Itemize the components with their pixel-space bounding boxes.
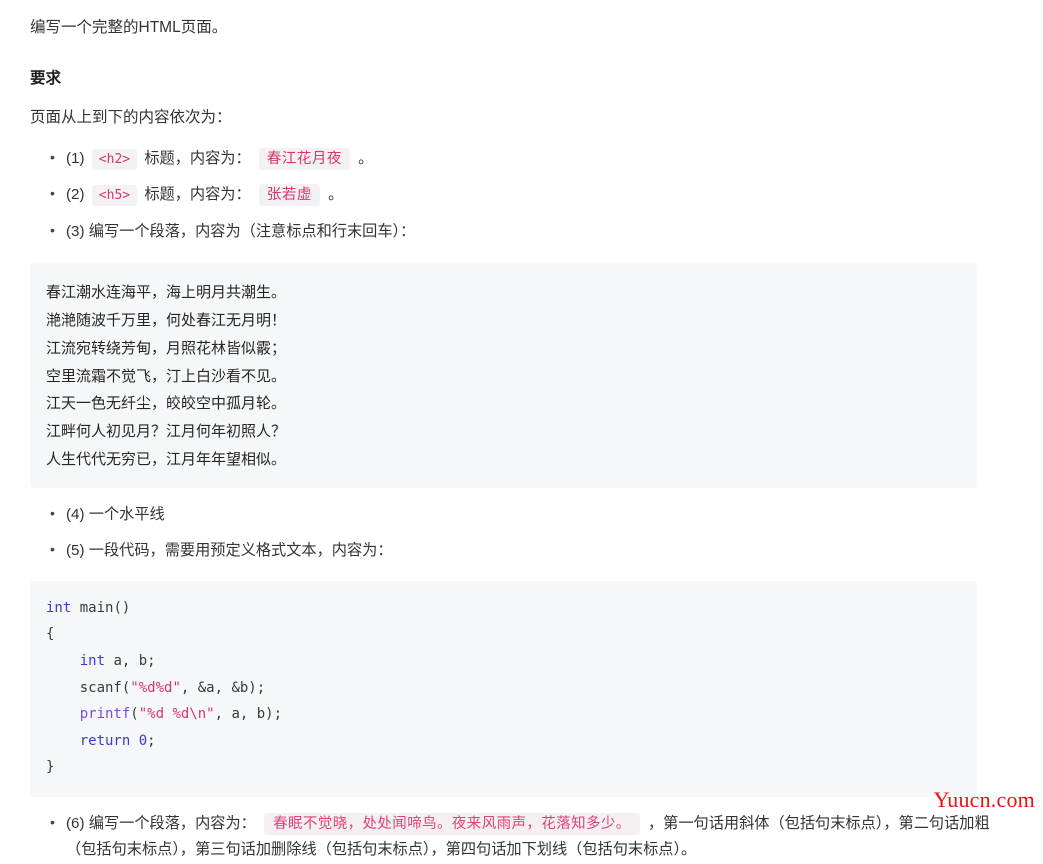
code-token: 0 — [138, 732, 148, 749]
poem-preformatted-block: 春江潮水连海平，海上明月共潮生。 滟滟随波千万里，何处春江无月明！ 江流宛转绕芳… — [30, 263, 977, 488]
intro-paragraph: 编写一个完整的HTML页面。 — [30, 19, 228, 36]
section-heading-requirements: 要求 — [30, 70, 62, 88]
list-item-requirement-4: (4) 一个水平线 — [50, 501, 1013, 529]
requirement-trailing-punctuation: 。 — [358, 149, 374, 167]
requirement-index: (2) — [66, 186, 85, 204]
requirement-index: (6) — [66, 814, 85, 832]
code-token: "%d%d" — [130, 679, 181, 696]
code-token: int — [79, 652, 106, 669]
code-token: int — [46, 599, 72, 616]
code-token: printf — [79, 706, 131, 723]
list-item-requirement-2: (2) <h5> 标题，内容为： 张若虚 。 — [50, 181, 1013, 209]
requirement-index: (5) — [66, 542, 85, 560]
poem-highlight-chunmian: 春眠不觉晓，处处闻啼鸟。夜来风雨声，花落知多少。 — [264, 812, 640, 835]
requirement-text: 一个水平线 — [88, 505, 165, 523]
requirement-trailing-punctuation: 。 — [328, 186, 344, 204]
requirement-index: (4) — [66, 505, 85, 523]
code-token: } — [46, 759, 55, 776]
requirements-list-part-c: (6) 编写一个段落，内容为： 春眠不觉晓，处处闻啼鸟。夜来风雨声，花落知多少。… — [30, 810, 1013, 864]
requirement-index: (3) — [66, 222, 85, 240]
list-item-requirement-3: (3) 编写一个段落，内容为（注意标点和行末回车）： — [50, 218, 1013, 246]
code-token: { — [46, 626, 55, 643]
document-page: 编写一个完整的HTML页面。 要求 页面从上到下的内容依次为： (1) <h2>… — [0, 0, 1043, 864]
html-tag-code-h2: <h2> — [91, 148, 138, 170]
list-item-requirement-5: (5) 一段代码，需要用预定义格式文本，内容为： — [50, 537, 1013, 565]
requirement-middle-text: 标题，内容为： — [144, 186, 251, 204]
requirement-text: 一段代码，需要用预定义格式文本，内容为： — [88, 542, 393, 560]
code-token: scanf( — [46, 679, 131, 696]
code-token: "%d %d\n" — [138, 706, 215, 723]
list-item-requirement-6: (6) 编写一个段落，内容为： 春眠不觉晓，处处闻啼鸟。夜来风雨声，花落知多少。… — [50, 810, 1013, 864]
list-item-requirement-1: (1) <h2> 标题，内容为： 春江花月夜 。 — [50, 145, 1013, 173]
c-code-preformatted-block: int main() { int a, b; scanf("%d%d", &a,… — [30, 580, 977, 797]
lead-paragraph: 页面从上到下的内容依次为： — [30, 109, 232, 127]
requirement-index: (1) — [66, 149, 85, 167]
requirement-text: 编写一个段落，内容为（注意标点和行末回车）： — [88, 222, 416, 240]
code-token: , &a, &b); — [180, 679, 266, 696]
code-token: a, b; — [105, 652, 156, 669]
requirement-middle-text: 标题，内容为： — [144, 149, 251, 167]
code-token: main() — [71, 599, 131, 616]
heading-content-value-h5: 张若虚 — [258, 184, 320, 207]
code-token: , a, b); — [214, 706, 283, 723]
code-token: return — [79, 732, 131, 749]
requirement-prefix-text: 编写一个段落，内容为： — [88, 814, 256, 832]
requirements-list-part-a: (1) <h2> 标题，内容为： 春江花月夜 。 (2) <h5> 标题，内容为… — [30, 145, 1013, 246]
html-tag-code-h5: <h5> — [91, 185, 138, 207]
requirements-list-part-b: (4) 一个水平线 (5) 一段代码，需要用预定义格式文本，内容为： — [30, 501, 1013, 565]
code-token: ; — [147, 732, 156, 749]
code-token: ( — [130, 706, 139, 723]
heading-content-value-h2: 春江花月夜 — [258, 147, 350, 170]
